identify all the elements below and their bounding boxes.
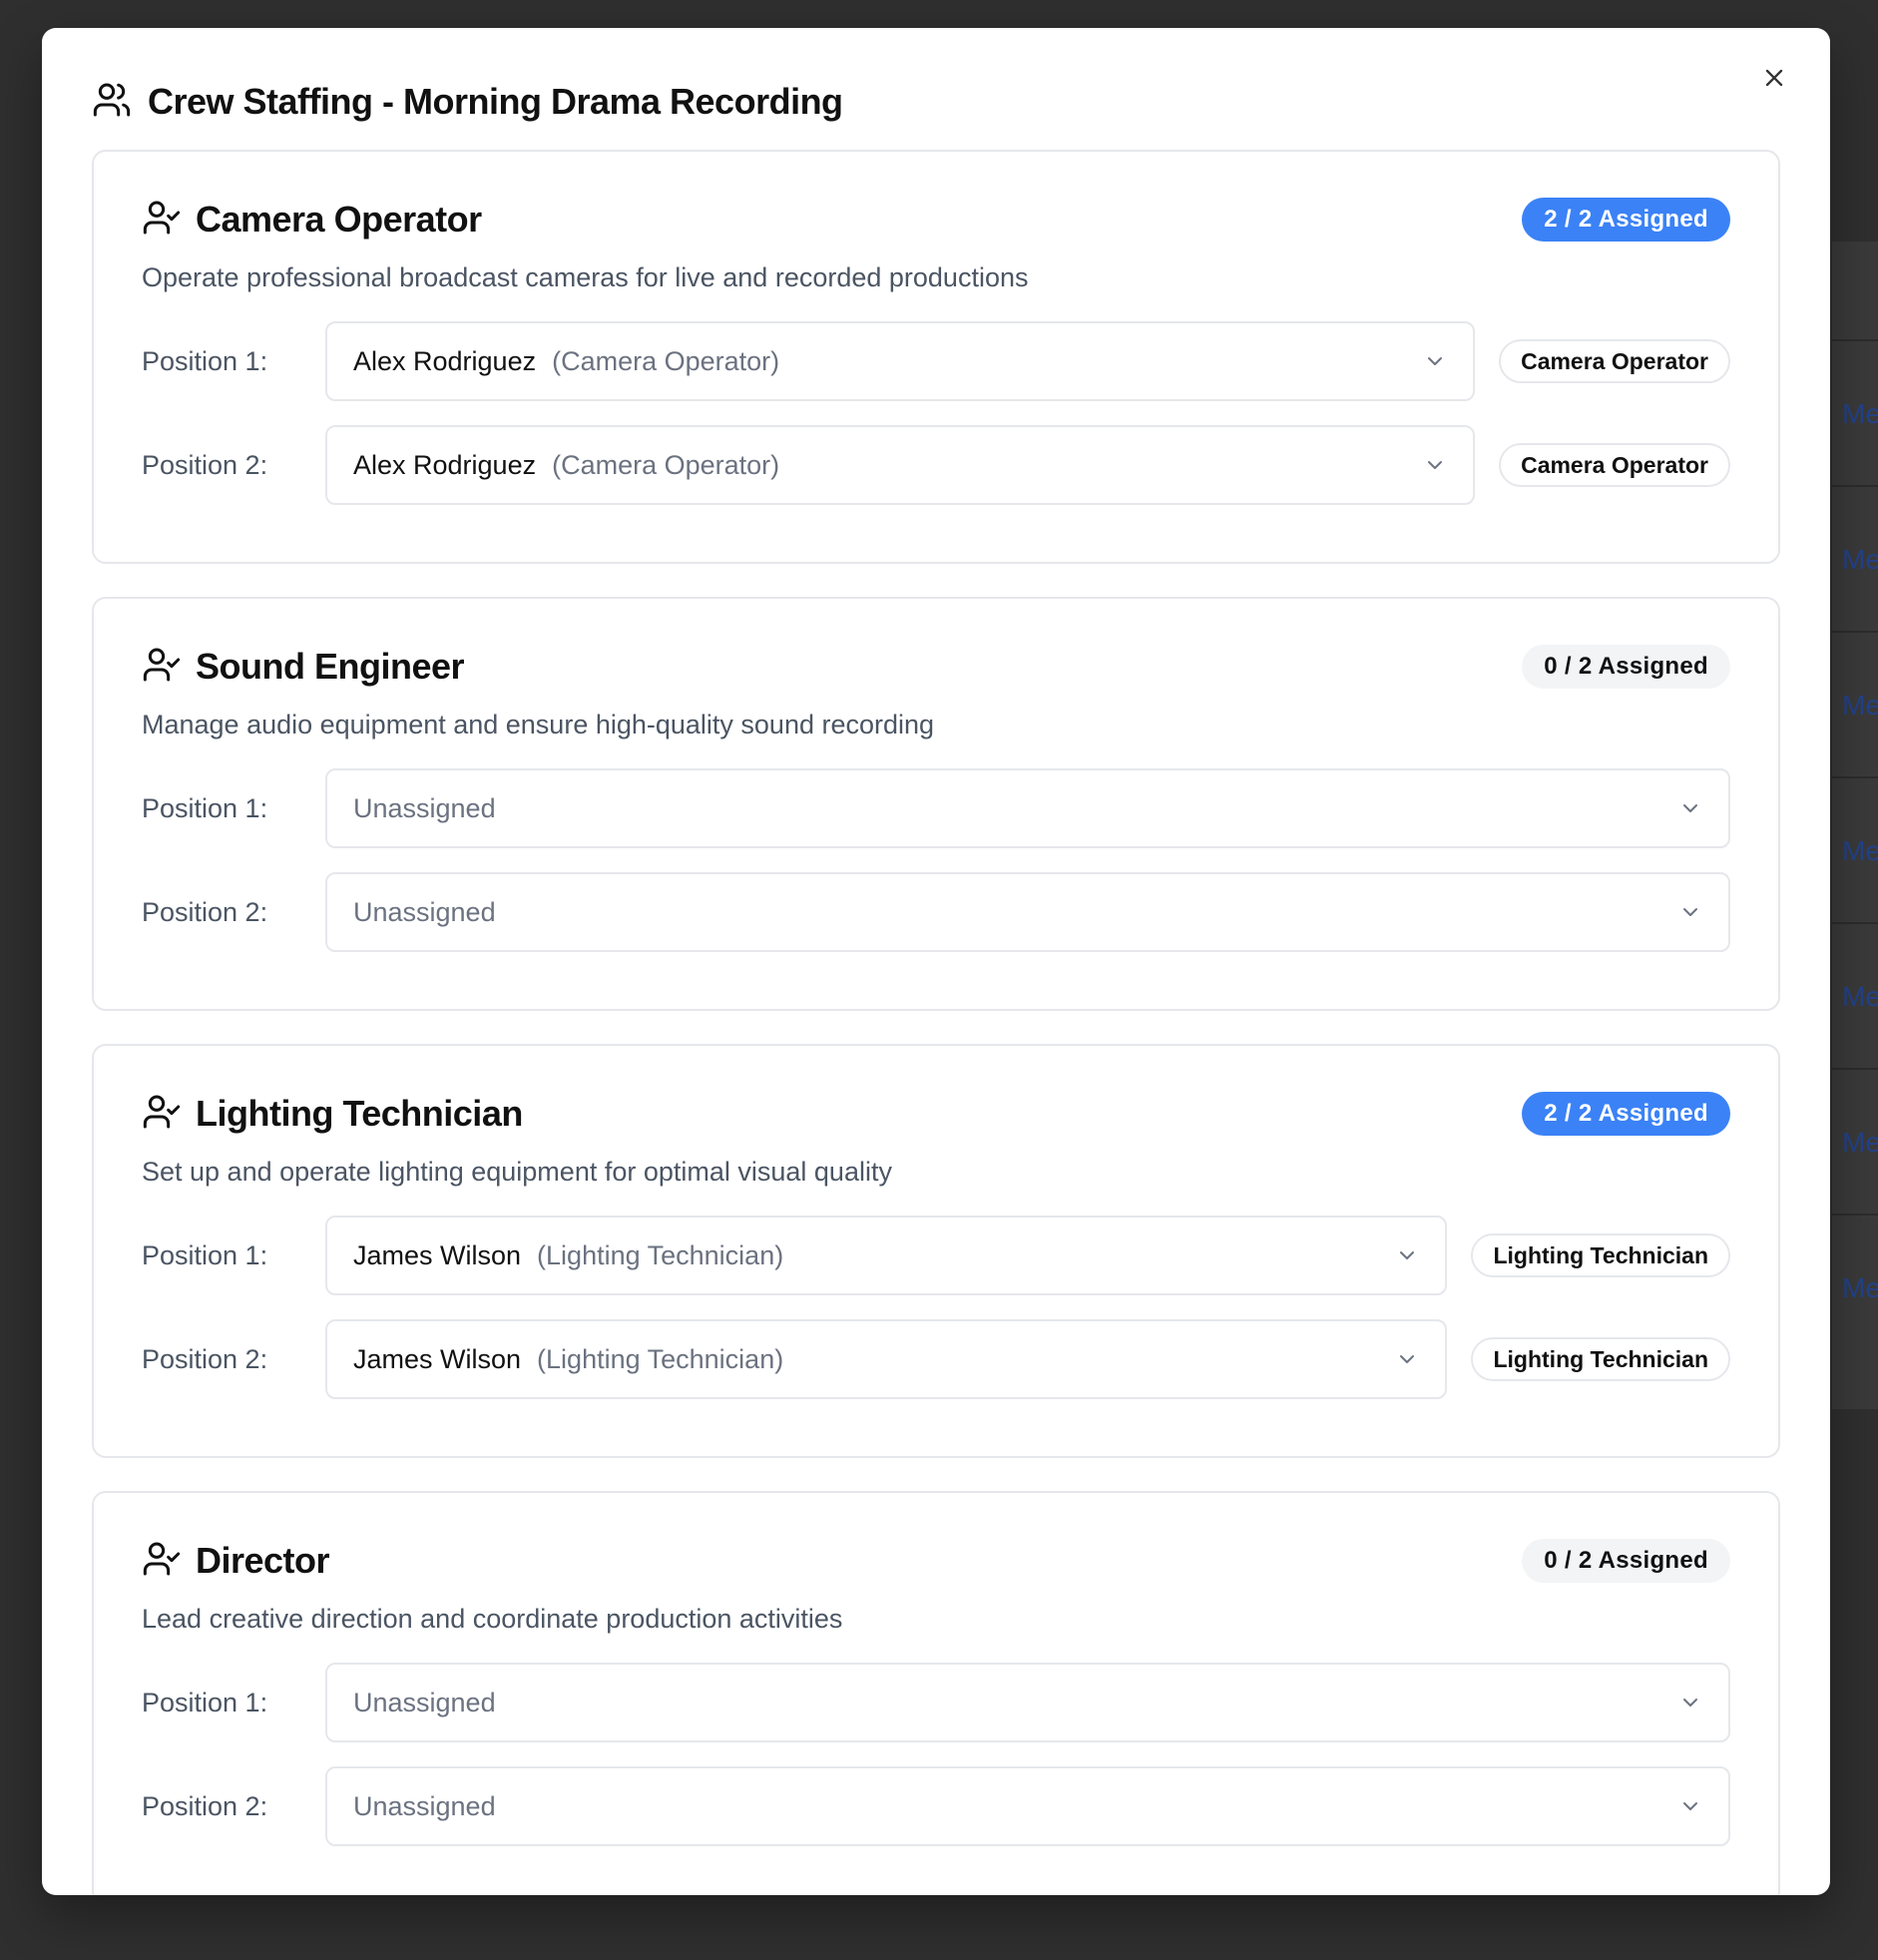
role-card-camera-operator: Camera Operator 2 / 2 Assigned Operate p… <box>92 150 1780 564</box>
role-title: Sound Engineer <box>196 646 465 687</box>
position-row: Position 2: James Wilson (Lighting Techn… <box>142 1319 1730 1399</box>
role-card-director: Director 0 / 2 Assigned Lead creative di… <box>92 1491 1780 1895</box>
role-sections: Camera Operator 2 / 2 Assigned Operate p… <box>92 150 1780 1895</box>
role-tag: Lighting Technician <box>1471 1337 1730 1381</box>
background-row: Me <box>1832 339 1878 485</box>
background-row: Me <box>1832 922 1878 1068</box>
role-card-sound-engineer: Sound Engineer 0 / 2 Assigned Manage aud… <box>92 597 1780 1011</box>
selected-crew-role: (Lighting Technician) <box>537 1239 784 1270</box>
users-icon <box>92 80 132 125</box>
role-header: Director 0 / 2 Assigned <box>142 1539 1730 1583</box>
position-row: Position 1: Alex Rodriguez (Camera Opera… <box>142 321 1730 401</box>
user-check-icon <box>142 1539 182 1584</box>
role-title: Lighting Technician <box>196 1093 523 1134</box>
selected-crew-name: Alex Rodriguez <box>353 345 537 376</box>
position-row: Position 1: Unassigned <box>142 1663 1730 1742</box>
positions-list: Position 1: Alex Rodriguez (Camera Opera… <box>142 321 1730 505</box>
role-title-wrap: Lighting Technician <box>142 1092 523 1137</box>
position-label: Position 1: <box>142 1239 268 1270</box>
position-label: Position 1: <box>142 1687 268 1717</box>
dialog-title: Crew Staffing - Morning Drama Recording <box>148 81 843 122</box>
role-card-lighting-technician: Lighting Technician 2 / 2 Assigned Set u… <box>92 1044 1780 1458</box>
user-check-icon <box>142 198 182 243</box>
background-row: Me <box>1832 631 1878 776</box>
close-button[interactable] <box>1754 60 1794 100</box>
selected-crew-name: James Wilson <box>353 1343 522 1374</box>
select-placeholder: Unassigned <box>353 1790 496 1821</box>
position-label: Position 2: <box>142 896 268 927</box>
crew-select[interactable]: Unassigned <box>325 768 1730 848</box>
crew-select[interactable]: Alex Rodriguez (Camera Operator) <box>325 321 1476 401</box>
chevron-down-icon <box>1395 1347 1419 1371</box>
role-header: Lighting Technician 2 / 2 Assigned <box>142 1092 1730 1136</box>
role-tag: Camera Operator <box>1499 339 1730 383</box>
position-label: Position 1: <box>142 345 268 376</box>
background-row: Me <box>1832 485 1878 631</box>
role-title-wrap: Sound Engineer <box>142 645 465 690</box>
role-title-wrap: Camera Operator <box>142 198 482 243</box>
background-row: Me <box>1832 1068 1878 1214</box>
role-description: Lead creative direction and coordinate p… <box>142 1604 843 1634</box>
dialog-header: Crew Staffing - Morning Drama Recording <box>92 76 843 128</box>
position-label: Position 2: <box>142 1343 268 1374</box>
position-row: Position 1: Unassigned <box>142 768 1730 848</box>
crew-select[interactable]: Unassigned <box>325 872 1730 952</box>
chevron-down-icon <box>1678 796 1702 820</box>
role-description: Manage audio equipment and ensure high-q… <box>142 710 935 739</box>
chevron-down-icon <box>1395 1243 1419 1267</box>
position-label: Position 2: <box>142 1790 268 1821</box>
user-check-icon <box>142 1092 182 1137</box>
role-header: Sound Engineer 0 / 2 Assigned <box>142 645 1730 689</box>
role-title-wrap: Director <box>142 1539 330 1584</box>
crew-staffing-dialog: Crew Staffing - Morning Drama Recording … <box>42 28 1830 1895</box>
selected-crew-role: (Camera Operator) <box>552 345 780 376</box>
user-check-icon <box>142 645 182 690</box>
crew-select[interactable]: Unassigned <box>325 1766 1730 1846</box>
role-tag: Lighting Technician <box>1471 1233 1730 1277</box>
chevron-down-icon <box>1423 453 1447 477</box>
role-description: Operate professional broadcast cameras f… <box>142 262 1029 292</box>
crew-select[interactable]: Alex Rodriguez (Camera Operator) <box>325 425 1476 505</box>
positions-list: Position 1: James Wilson (Lighting Techn… <box>142 1216 1730 1399</box>
assigned-badge: 2 / 2 Assigned <box>1522 198 1730 242</box>
assigned-badge: 2 / 2 Assigned <box>1522 1092 1730 1136</box>
select-placeholder: Unassigned <box>353 896 496 927</box>
position-row: Position 2: Unassigned <box>142 872 1730 952</box>
chevron-down-icon <box>1678 1691 1702 1715</box>
assigned-badge: 0 / 2 Assigned <box>1522 645 1730 689</box>
select-placeholder: Unassigned <box>353 1687 496 1717</box>
close-icon <box>1760 64 1788 97</box>
select-placeholder: Unassigned <box>353 792 496 823</box>
positions-list: Position 1: Unassigned Position 2: Unass… <box>142 1663 1730 1846</box>
selected-crew-name: Alex Rodriguez <box>353 449 537 480</box>
crew-select[interactable]: James Wilson (Lighting Technician) <box>325 1319 1448 1399</box>
selected-crew-role: (Lighting Technician) <box>537 1343 784 1374</box>
crew-select[interactable]: James Wilson (Lighting Technician) <box>325 1216 1448 1295</box>
position-label: Position 2: <box>142 449 268 480</box>
chevron-down-icon <box>1678 900 1702 924</box>
crew-select[interactable]: Unassigned <box>325 1663 1730 1742</box>
selected-crew-role: (Camera Operator) <box>552 449 780 480</box>
positions-list: Position 1: Unassigned Position 2: Unass… <box>142 768 1730 952</box>
role-description: Set up and operate lighting equipment fo… <box>142 1157 892 1187</box>
selected-crew-name: James Wilson <box>353 1239 522 1270</box>
position-label: Position 1: <box>142 792 268 823</box>
position-row: Position 2: Alex Rodriguez (Camera Opera… <box>142 425 1730 505</box>
role-header: Camera Operator 2 / 2 Assigned <box>142 198 1730 242</box>
role-title: Director <box>196 1540 330 1581</box>
role-title: Camera Operator <box>196 199 482 240</box>
chevron-down-icon <box>1423 349 1447 373</box>
assigned-badge: 0 / 2 Assigned <box>1522 1539 1730 1583</box>
background-row: Me <box>1832 776 1878 922</box>
position-row: Position 2: Unassigned <box>142 1766 1730 1846</box>
position-row: Position 1: James Wilson (Lighting Techn… <box>142 1216 1730 1295</box>
role-tag: Camera Operator <box>1499 443 1730 487</box>
chevron-down-icon <box>1678 1794 1702 1818</box>
background-row: Me <box>1832 1214 1878 1359</box>
